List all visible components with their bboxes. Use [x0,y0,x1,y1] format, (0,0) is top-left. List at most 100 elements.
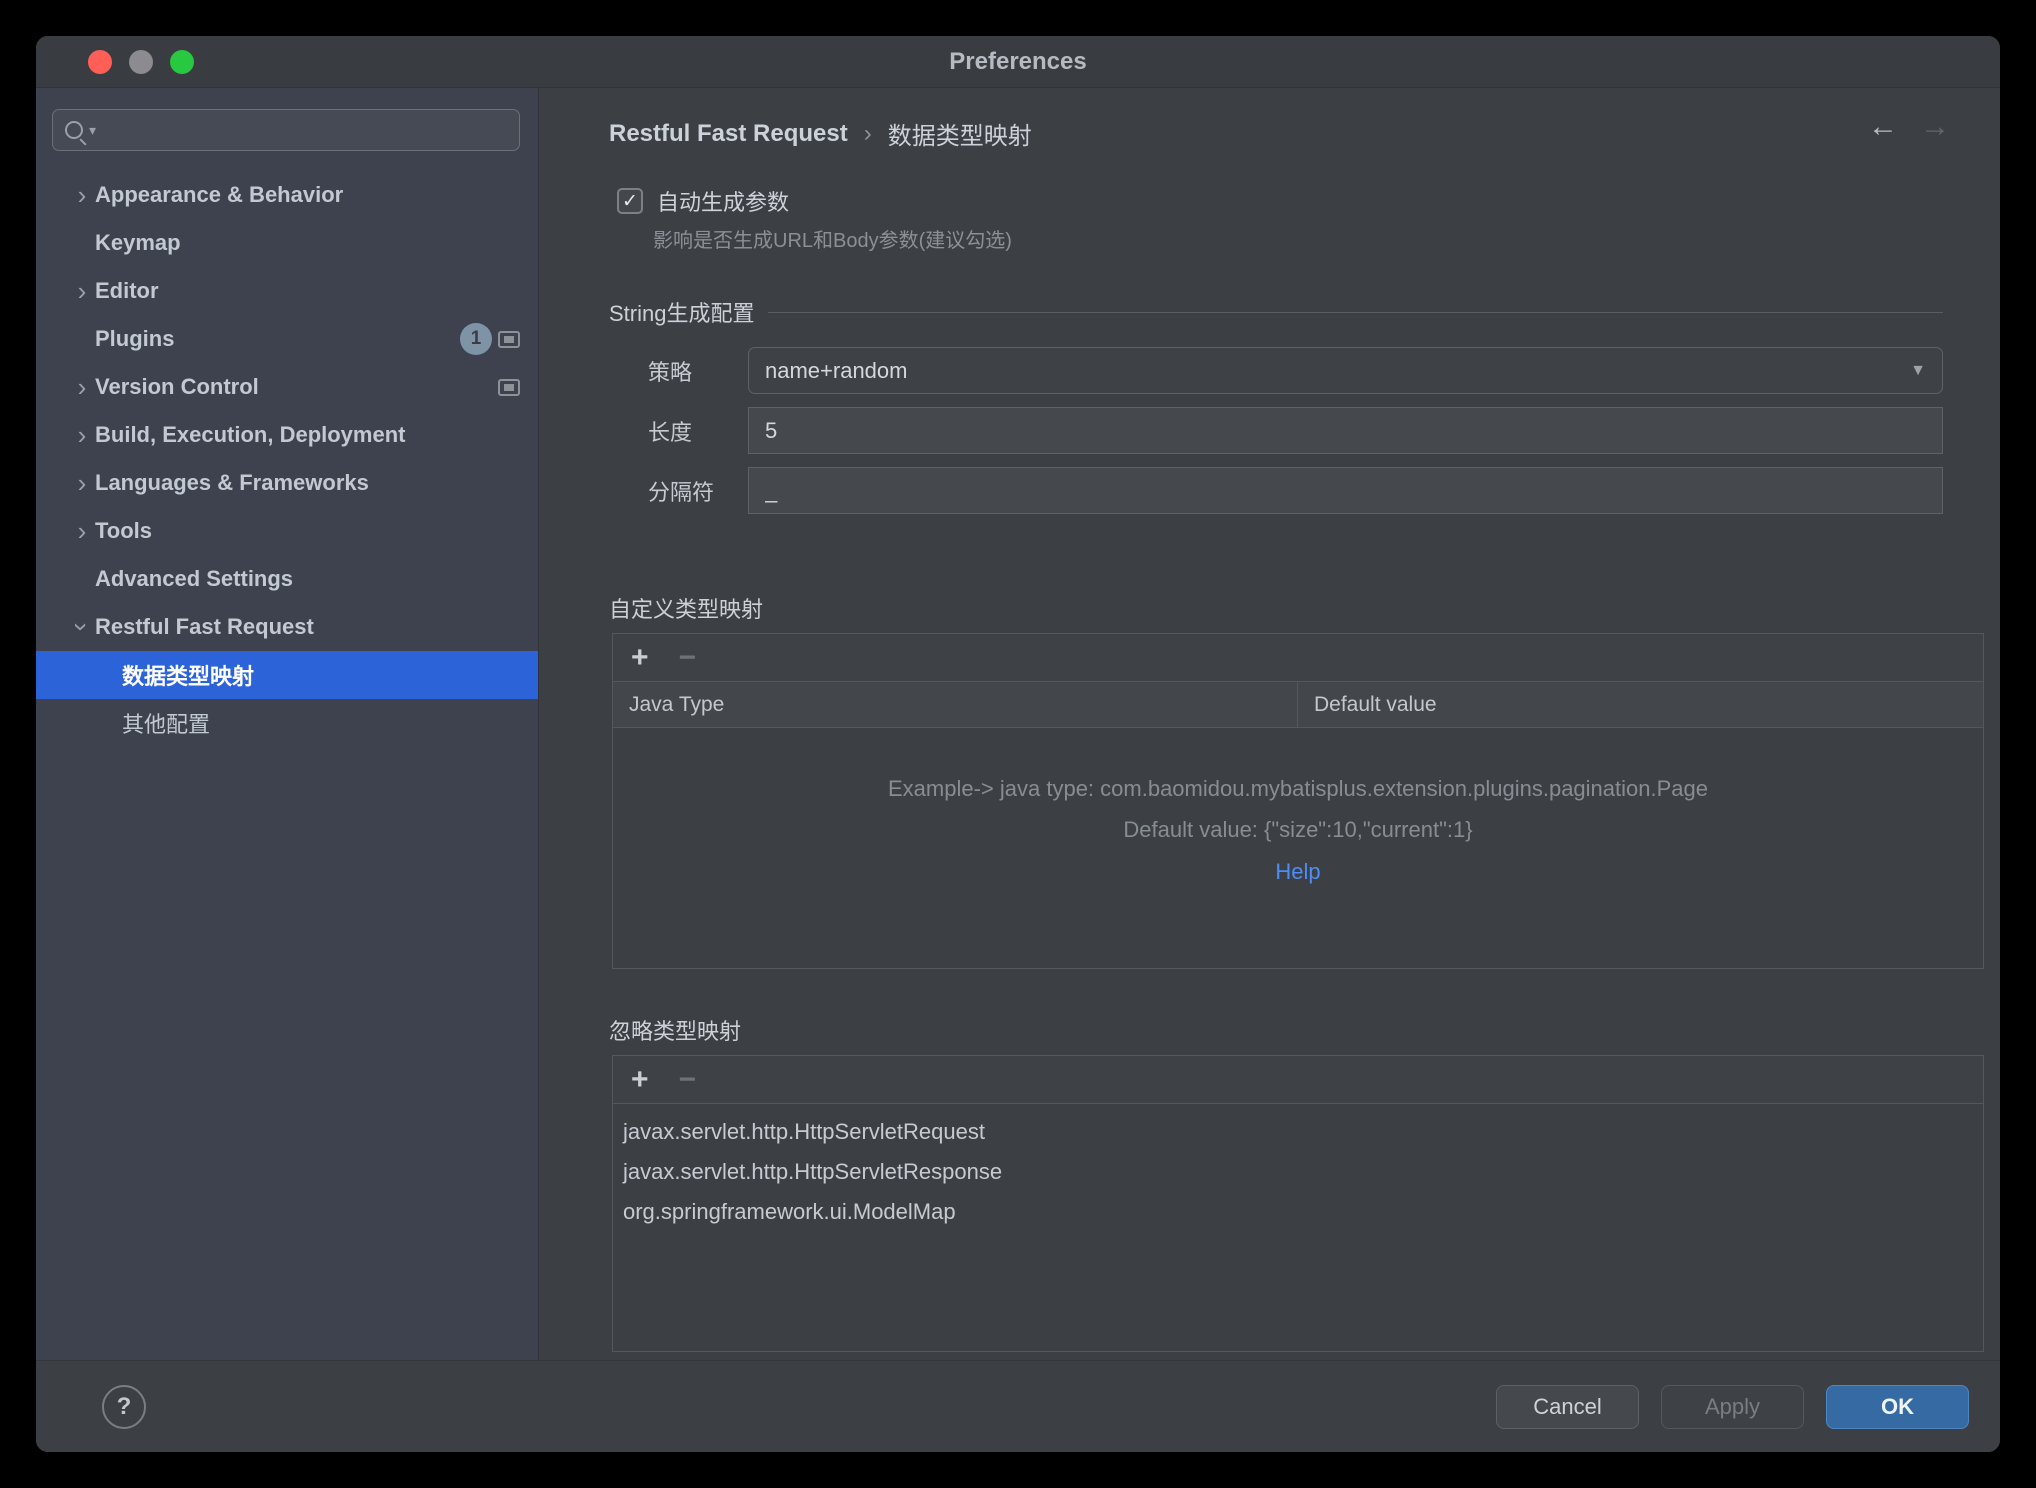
sidebar-item-keymap[interactable]: Keymap [36,219,538,267]
sidebar-item-label: Advanced Settings [95,566,293,592]
custom-mapping-table: + − Java Type Default value Example-> ja… [612,633,1984,969]
string-config-title: String生成配置 [609,296,754,328]
sidebar-item-languages-frameworks[interactable]: › Languages & Frameworks [36,459,538,507]
separator-label: 分隔符 [648,475,714,507]
breadcrumb: Restful Fast Request › 数据类型映射 [609,116,1032,151]
custom-mapping-section-header: 自定义类型映射 [609,592,1943,624]
remove-ignore-button: − [679,1065,697,1095]
sidebar-item-build-execution-deployment[interactable]: › Build, Execution, Deployment [36,411,538,459]
chevron-right-icon[interactable]: › [72,185,92,205]
sidebar-item-label: 其他配置 [122,707,210,739]
main-area: ▾ › Appearance & Behavior Keymap › Edito… [36,88,2000,1360]
window-title: Preferences [949,48,1086,76]
search-icon [65,121,83,139]
add-mapping-button[interactable]: + [631,643,649,673]
minimize-window-icon[interactable] [129,50,153,74]
back-arrow-icon[interactable]: ← [1868,110,1898,144]
sidebar-item-other-config[interactable]: 其他配置 [36,699,538,747]
sidebar-item-version-control[interactable]: › Version Control [36,363,538,411]
ignore-mapping-title: 忽略类型映射 [609,1014,741,1046]
custom-mapping-title: 自定义类型映射 [609,592,763,624]
separator-row: 分隔符 [575,467,2000,514]
sidebar-item-label: Keymap [95,230,181,256]
mapping-example-line2: Default value: {"size":10,"current":1} [613,817,1983,843]
sidebar-item-label: Tools [95,518,152,544]
sidebar-item-plugins[interactable]: Plugins 1 [36,315,538,363]
default-value-column-header: Default value [1298,682,1983,727]
strategy-label: 策略 [648,355,692,387]
java-type-column-header: Java Type [613,682,1298,727]
chevron-right-icon[interactable]: › [72,281,92,301]
ignore-items: javax.servlet.http.HttpServletRequest ja… [613,1104,1983,1232]
titlebar: Preferences [36,36,2000,88]
sidebar-item-label: Build, Execution, Deployment [95,422,405,448]
strategy-row: 策略 name+random ▼ [575,347,2000,394]
breadcrumb-parent[interactable]: Restful Fast Request [609,120,848,148]
sidebar-item-appearance-behavior[interactable]: › Appearance & Behavior [36,171,538,219]
search-input[interactable]: ▾ [52,109,520,151]
sidebar-item-restful-fast-request[interactable]: › Restful Fast Request [36,603,538,651]
ignore-mapping-toolbar: + − [613,1056,1983,1104]
cancel-button[interactable]: Cancel [1496,1385,1639,1429]
auto-generate-params-label[interactable]: 自动生成参数 [657,185,789,217]
mapping-example-line1: Example-> java type: com.baomidou.mybati… [613,776,1983,802]
dialog-footer: ? Cancel Apply OK [36,1360,2000,1452]
modified-settings-icon [498,379,520,396]
forward-arrow-icon: → [1920,110,1950,144]
sidebar-item-tools[interactable]: › Tools [36,507,538,555]
ok-button[interactable]: OK [1826,1385,1969,1429]
custom-mapping-toolbar: + − [613,634,1983,682]
sidebar-item-editor[interactable]: › Editor [36,267,538,315]
help-link[interactable]: Help [613,859,1983,885]
chevron-right-icon[interactable]: › [72,425,92,445]
custom-mapping-header: Java Type Default value [613,682,1983,728]
history-nav: ← → [1868,110,1950,144]
settings-tree: › Appearance & Behavior Keymap › Editor … [36,171,538,747]
sidebar-item-label: Version Control [95,374,259,400]
sidebar-item-label: Plugins [95,326,174,352]
zoom-window-icon[interactable] [170,50,194,74]
traffic-lights [88,36,194,88]
ignore-mapping-list: + − javax.servlet.http.HttpServletReques… [612,1055,1984,1352]
remove-mapping-button: − [679,643,697,673]
list-item[interactable]: javax.servlet.http.HttpServletResponse [613,1152,1983,1192]
sidebar-item-label: 数据类型映射 [122,659,254,691]
auto-generate-params-row: ✓ 自动生成参数 [617,185,789,217]
list-item[interactable]: javax.servlet.http.HttpServletRequest [613,1112,1983,1152]
modified-settings-icon [498,331,520,348]
dropdown-arrow-icon: ▼ [1910,362,1926,380]
breadcrumb-current: 数据类型映射 [888,116,1032,151]
chevron-down-icon[interactable]: › [72,617,92,637]
sidebar-item-label: Editor [95,278,159,304]
strategy-value: name+random [765,358,907,384]
apply-button: Apply [1661,1385,1804,1429]
sidebar-item-label: Restful Fast Request [95,614,314,640]
search-caret-icon: ▾ [89,122,96,139]
sidebar-item-label: Appearance & Behavior [95,182,343,208]
sidebar-item-label: Languages & Frameworks [95,470,369,496]
chevron-right-icon[interactable]: › [72,521,92,541]
chevron-right-icon[interactable]: › [72,377,92,397]
string-config-section-header: String生成配置 [609,296,1943,328]
add-ignore-button[interactable]: + [631,1065,649,1095]
ignore-mapping-section-header: 忽略类型映射 [609,1014,1943,1046]
help-button[interactable]: ? [102,1385,146,1429]
chevron-right-icon[interactable]: › [72,473,92,493]
close-window-icon[interactable] [88,50,112,74]
strategy-select[interactable]: name+random ▼ [748,347,1943,394]
list-item[interactable]: org.springframework.ui.ModelMap [613,1192,1983,1232]
sidebar-item-data-type-mapping[interactable]: 数据类型映射 [36,651,538,699]
settings-content: Restful Fast Request › 数据类型映射 ← → ✓ 自动生成… [575,88,2000,1360]
breadcrumb-separator-icon: › [864,120,872,148]
auto-generate-params-description: 影响是否生成URL和Body参数(建议勾选) [653,224,1012,253]
length-row: 长度 [575,407,2000,454]
section-divider [768,312,1943,313]
separator-input[interactable] [748,467,1943,514]
sidebar-item-advanced-settings[interactable]: Advanced Settings [36,555,538,603]
settings-sidebar: ▾ › Appearance & Behavior Keymap › Edito… [36,88,539,1360]
length-label: 长度 [648,415,692,447]
auto-generate-params-checkbox[interactable]: ✓ [617,188,643,214]
plugins-count-badge: 1 [460,323,492,355]
length-input[interactable] [748,407,1943,454]
preferences-window: Preferences ▾ › Appearance & Behavior Ke… [36,36,2000,1452]
